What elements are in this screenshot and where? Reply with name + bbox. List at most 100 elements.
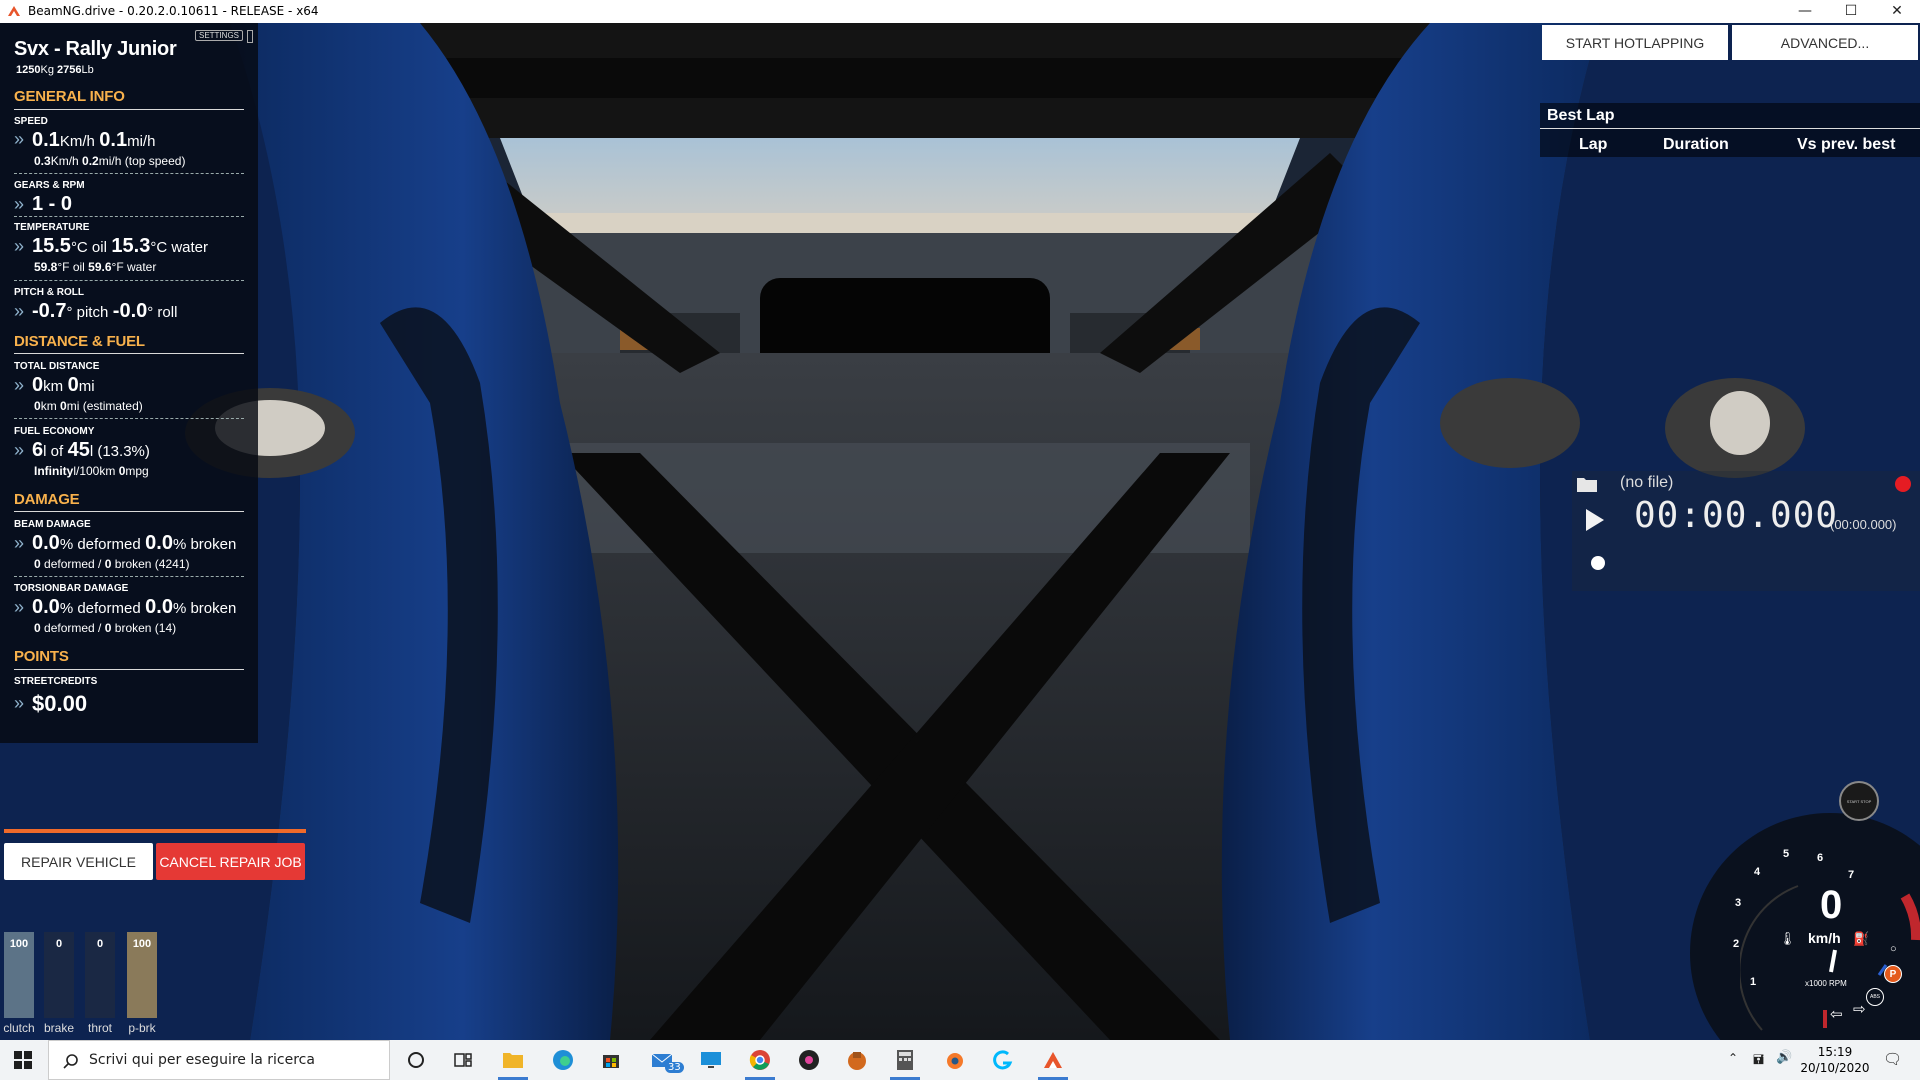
taskbar-app-remote[interactable] (688, 1040, 734, 1080)
speed-label: SPEED (14, 116, 48, 127)
taskbar-app-store[interactable] (588, 1040, 634, 1080)
gauge-tick-label: 2 (1733, 938, 1740, 950)
turn-signal-right-icon[interactable]: ⇨ (1853, 1000, 1866, 1018)
replay-file: (no file) (1620, 474, 1674, 491)
cortana-button[interactable] (393, 1040, 439, 1080)
taskbar-app-media[interactable] (786, 1040, 832, 1080)
cancel-repair-button[interactable]: CANCEL REPAIR JOB (156, 843, 305, 880)
settings-button[interactable]: SETTINGS (195, 30, 244, 41)
replay-widget: (no file) 00:00.000 (00:00.000) (1572, 471, 1920, 591)
temperature-icon: 🌡 (1779, 931, 1796, 946)
record-icon[interactable] (1894, 475, 1912, 493)
taskbar-app-edge[interactable] (540, 1040, 586, 1080)
beamng-icon (1044, 1052, 1062, 1068)
maximize-icon: ☐ (1844, 3, 1858, 19)
glove-icon (848, 1052, 866, 1070)
chevron-icon: » (14, 301, 25, 321)
taskbar-clock[interactable]: 15:19 20/10/2020 (1790, 1044, 1880, 1076)
clock-date: 20/10/2020 (1800, 1061, 1870, 1075)
top-speed-value: 0.3Km/h 0.2mi/h (top speed) (34, 154, 186, 168)
speed-value: 0.1Km/h 0.1mi/h (32, 129, 156, 151)
temperature-f-value: 59.8°F oil 59.6°F water (34, 260, 157, 274)
taskbar-app-explorer[interactable] (490, 1040, 536, 1080)
gauge-speed-unit: km/h (1808, 930, 1841, 946)
pedal-label: throt (87, 1021, 112, 1035)
gauge-tick-label: 3 (1735, 897, 1742, 909)
col-vs-prev-best: Vs prev. best (1797, 136, 1896, 153)
start-button[interactable] (0, 1040, 46, 1080)
chevron-icon: » (14, 236, 25, 256)
pitch-roll-value: -0.7° pitch -0.0° roll (32, 300, 178, 322)
pedal-label: clutch (3, 1021, 35, 1035)
beam-damage-count: 0 deformed / 0 broken (4241) (34, 557, 190, 571)
pedal-value: 100 (9, 938, 29, 950)
section-distance-fuel: DISTANCE & FUEL (14, 333, 145, 350)
temperature-label: TEMPERATURE (14, 222, 90, 233)
chrome-icon (749, 1050, 770, 1070)
gears-label: GEARS & RPM (14, 180, 85, 191)
gauge-rpm-label: x1000 RPM (1805, 979, 1847, 988)
close-button[interactable]: ✕ (1874, 0, 1920, 23)
taskbar-app-chrome[interactable] (737, 1040, 783, 1080)
maximize-button[interactable]: ☐ (1828, 0, 1874, 23)
notifications-icon[interactable]: 🗨 (1883, 1050, 1902, 1068)
folder-icon[interactable] (1576, 475, 1598, 493)
turn-signal-left-icon[interactable]: ⇦ (1830, 1005, 1843, 1023)
temperature-c-value: 15.5°C oil 15.3°C water (32, 235, 209, 257)
pedal-label: brake (43, 1021, 75, 1035)
search-icon (63, 1054, 78, 1069)
divider (14, 418, 244, 419)
pitch-roll-label: PITCH & ROLL (14, 287, 84, 298)
parking-brake-icon: P (1884, 965, 1902, 983)
divider (14, 173, 244, 174)
pedal-parking-brake: 100 (127, 932, 157, 1018)
chevron-icon: » (14, 194, 25, 214)
col-duration: Duration (1663, 136, 1729, 153)
network-icon[interactable]: 🖬 (1753, 1051, 1764, 1073)
section-general-info: GENERAL INFO (14, 88, 125, 105)
streetcredits-label: STREETCREDITS (14, 676, 98, 687)
best-lap-title: Best Lap (1547, 107, 1615, 124)
vehicle-mass: 1250Kg 2756Lb (16, 64, 94, 76)
pedal-value: 100 (132, 938, 152, 950)
taskbar-search[interactable]: Scrivi qui per eseguire la ricerca (48, 1040, 390, 1080)
tray-chevron-up-icon[interactable]: ⌃ (1728, 1051, 1738, 1065)
start-stop-button[interactable]: START STOP (1839, 781, 1879, 821)
fuel-economy-label: FUEL ECONOMY (14, 426, 95, 437)
pedal-clutch: 100 (4, 932, 34, 1018)
replay-position-slider[interactable] (1590, 555, 1606, 571)
fuel-level-value: 6l of 45l (13.3%) (32, 439, 150, 461)
divider (1540, 128, 1920, 129)
settings-toggle[interactable] (247, 30, 253, 43)
taskbar-app-blender[interactable] (931, 1040, 977, 1080)
logitech-icon (993, 1050, 1013, 1070)
play-icon[interactable] (1584, 507, 1606, 533)
abs-icon: ABS (1866, 988, 1884, 1006)
repair-vehicle-button[interactable]: REPAIR VEHICLE (4, 843, 153, 880)
task-view-button[interactable] (440, 1040, 486, 1080)
start-hotlapping-button[interactable]: START HOTLAPPING (1542, 25, 1728, 60)
taskbar-app-calculator[interactable] (882, 1040, 928, 1080)
pedal-label: p-brk (128, 1021, 156, 1035)
taskbar-app-mail[interactable]: 33 (640, 1040, 686, 1080)
minimize-icon: — (1798, 3, 1812, 19)
taskbar-app-game[interactable] (834, 1040, 880, 1080)
minimize-button[interactable]: — (1782, 0, 1828, 23)
window-titlebar: BeamNG.drive - 0.20.2.0.10611 - RELEASE … (0, 0, 1920, 23)
taskbar-app-beamng[interactable] (1030, 1040, 1076, 1080)
taskbar-app-logitech[interactable] (980, 1040, 1026, 1080)
torsionbar-damage-label: TORSIONBAR DAMAGE (14, 583, 129, 594)
gears-value: 1 - 0 (32, 193, 73, 215)
beam-damage-label: BEAM DAMAGE (14, 519, 91, 530)
pedal-brake: 0 (44, 932, 74, 1018)
torsionbar-damage-pct: 0.0% deformed 0.0% broken (32, 596, 237, 618)
clock-time: 15:19 (1817, 1045, 1853, 1059)
fuel-consumption-value: Infinityl/100km 0mpg (34, 464, 149, 478)
chevron-icon: » (14, 375, 25, 395)
replay-total-time: (00:00.000) (1830, 517, 1897, 532)
gauge-tick-label: 6 (1817, 852, 1824, 864)
advanced-button[interactable]: ADVANCED... (1732, 25, 1918, 60)
replay-time: 00:00.000 (1634, 495, 1839, 536)
edge-icon (553, 1050, 573, 1070)
col-lap: Lap (1579, 136, 1608, 153)
